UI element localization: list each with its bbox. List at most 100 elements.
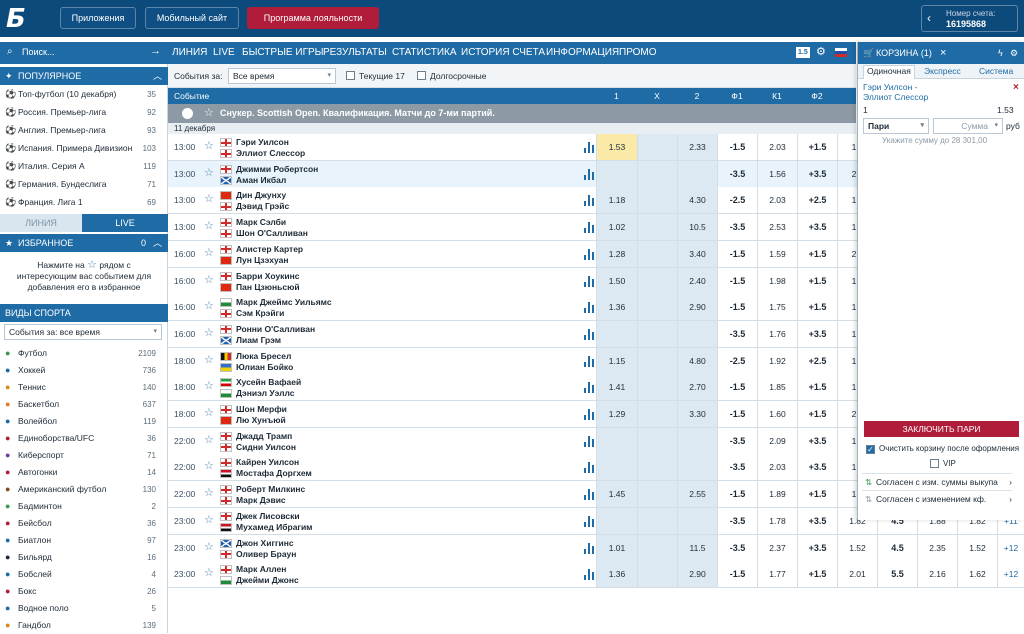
stats-icon[interactable] (584, 489, 594, 501)
odd-over[interactable]: 2.35 (917, 534, 957, 561)
apps-button[interactable]: Приложения (60, 7, 136, 29)
stats-icon[interactable] (584, 355, 594, 367)
tab-live[interactable]: LIVE (82, 214, 168, 232)
col-k1[interactable]: К1 (757, 88, 797, 104)
sport-item[interactable]: ● Единоборства/UFC 36 (0, 430, 164, 447)
odd-k1[interactable]: 1.60 (757, 401, 797, 427)
odd-2[interactable] (677, 507, 717, 534)
star-outline-icon[interactable]: ☆ (204, 408, 214, 419)
odd-1[interactable]: 1.41 (596, 374, 637, 401)
sport-item[interactable]: ● Волейбол 119 (0, 413, 164, 430)
sport-item[interactable]: ● Бобслей 4 (0, 566, 164, 583)
star-outline-icon[interactable]: ☆ (204, 301, 214, 312)
long-term-checkbox[interactable] (417, 71, 426, 80)
sport-item[interactable]: ● Хоккей 736 (0, 362, 164, 379)
player-2[interactable]: Сидни Уилсон (236, 442, 296, 452)
nav-promo[interactable]: ПРОМО (619, 42, 657, 64)
odd-1[interactable]: 1.01 (596, 534, 637, 561)
nav-line[interactable]: ЛИНИЯ (172, 42, 207, 64)
popular-item[interactable]: ⚽ Франция. Лига 1 69 (0, 194, 164, 211)
period-select[interactable]: Все время ▾ (228, 68, 336, 84)
odd-2[interactable]: 4.80 (677, 347, 717, 374)
stats-icon[interactable] (584, 515, 594, 527)
odds-format-badge[interactable]: 1.5 (796, 47, 810, 58)
player-1[interactable]: Джек Лисовски (236, 511, 300, 521)
odd-1[interactable] (596, 427, 637, 454)
odd-over[interactable]: 2.16 (917, 561, 957, 588)
odd-1[interactable]: 1.02 (596, 214, 637, 241)
stats-icon[interactable] (584, 409, 594, 420)
stats-icon[interactable] (584, 195, 594, 207)
place-bet-button[interactable]: ЗАКЛЮЧИТЬ ПАРИ (864, 421, 1019, 437)
player-1[interactable]: Марк Аллен (236, 564, 286, 574)
stats-icon[interactable] (584, 275, 594, 287)
stats-icon[interactable] (584, 462, 594, 474)
odd-2[interactable]: 3.40 (677, 240, 717, 267)
odd-x[interactable] (637, 427, 677, 454)
tab-system[interactable]: Система (979, 66, 1013, 76)
star-outline-icon[interactable]: ☆ (204, 461, 214, 472)
odd-under[interactable]: 1.52 (957, 534, 997, 561)
odd-2[interactable] (677, 160, 717, 187)
odd-2[interactable]: 2.55 (677, 481, 717, 508)
player-2[interactable]: Мостафа Доргхем (236, 468, 312, 478)
chevron-up-icon[interactable]: ︿ (153, 67, 162, 85)
nav-live[interactable]: LIVE (213, 42, 235, 64)
gear-icon[interactable]: ⚙ (1010, 42, 1018, 64)
player-2[interactable]: Эллиот Слессор (236, 148, 305, 158)
sport-item[interactable]: ● Киберспорт 71 (0, 447, 164, 464)
odd-2[interactable]: 2.33 (677, 134, 717, 160)
odd-k1[interactable]: 1.89 (757, 481, 797, 508)
popular-item[interactable]: ⚽ Россия. Премьер-лига 92 (0, 104, 164, 121)
odd-1[interactable]: 1.50 (596, 267, 637, 294)
stats-icon[interactable] (584, 168, 594, 180)
sport-item[interactable]: ● Американский футбол 130 (0, 481, 164, 498)
odd-2[interactable]: 2.70 (677, 374, 717, 401)
odd-2[interactable]: 11.5 (677, 534, 717, 561)
odd-k1[interactable]: 2.37 (757, 534, 797, 561)
popular-header[interactable]: ✦ ПОПУЛЯРНОЕ ︿ (0, 67, 168, 85)
arrow-right-icon[interactable]: → (150, 45, 161, 57)
stats-icon[interactable] (584, 248, 594, 260)
odd-2[interactable] (677, 454, 717, 481)
odd-k1[interactable]: 1.75 (757, 294, 797, 321)
nav-statistics[interactable]: СТАТИСТИКА (392, 42, 457, 64)
player-2[interactable]: Дэвид Грэйс (236, 201, 289, 211)
player-1[interactable]: Гэри Уилсон (236, 137, 289, 147)
odd-k1[interactable]: 1.77 (757, 561, 797, 588)
odd-k1[interactable]: 2.03 (757, 187, 797, 214)
player-1[interactable]: Кайрен Уилсон (236, 457, 299, 467)
odd-x[interactable] (637, 374, 677, 401)
stats-icon[interactable] (584, 142, 594, 153)
player-2[interactable]: Сэм Крэйги (236, 308, 284, 318)
bet-type-select[interactable]: Пари ▾ (863, 118, 929, 134)
star-outline-icon[interactable]: ☆ (204, 568, 214, 579)
star-outline-icon[interactable]: ☆ (204, 274, 214, 286)
star-outline-icon[interactable]: ☆ (204, 327, 214, 339)
star-outline-icon[interactable]: ☆ (204, 194, 214, 205)
odd-x[interactable] (637, 134, 677, 160)
odd-1[interactable]: 1.36 (596, 561, 637, 588)
odd-k1[interactable]: 1.78 (757, 507, 797, 534)
player-1[interactable]: Алистер Картер (236, 244, 303, 254)
odd-2[interactable] (677, 320, 717, 347)
odd-2[interactable]: 2.40 (677, 267, 717, 294)
stats-icon[interactable] (584, 542, 594, 554)
sport-item[interactable]: ● Биатлон 97 (0, 532, 164, 549)
col-event[interactable]: Событие (174, 88, 209, 104)
odd-k1[interactable]: 1.85 (757, 374, 797, 401)
sport-item[interactable]: ● Футбол 2109 (0, 345, 164, 362)
chevron-up-icon[interactable]: ︿ (153, 234, 162, 252)
popular-item[interactable]: ⚽ Испания. Примера Дивизион 103 (0, 140, 164, 157)
stats-icon[interactable] (584, 435, 594, 447)
gear-icon[interactable]: ⚙ (816, 45, 826, 58)
odd-k1[interactable]: 1.59 (757, 240, 797, 267)
sports-period-select[interactable]: События за: все время ▾ (4, 324, 162, 340)
player-1[interactable]: Люка Бресел (236, 351, 291, 361)
player-2[interactable]: Оливер Браун (236, 549, 296, 559)
player-2[interactable]: Мухамед Ибрагим (236, 522, 312, 532)
player-2[interactable]: Дэниэл Уэллс (236, 388, 295, 398)
odd-2[interactable]: 3.30 (677, 401, 717, 427)
odd-1[interactable]: 1.15 (596, 347, 637, 374)
odd-k1[interactable]: 1.98 (757, 267, 797, 294)
